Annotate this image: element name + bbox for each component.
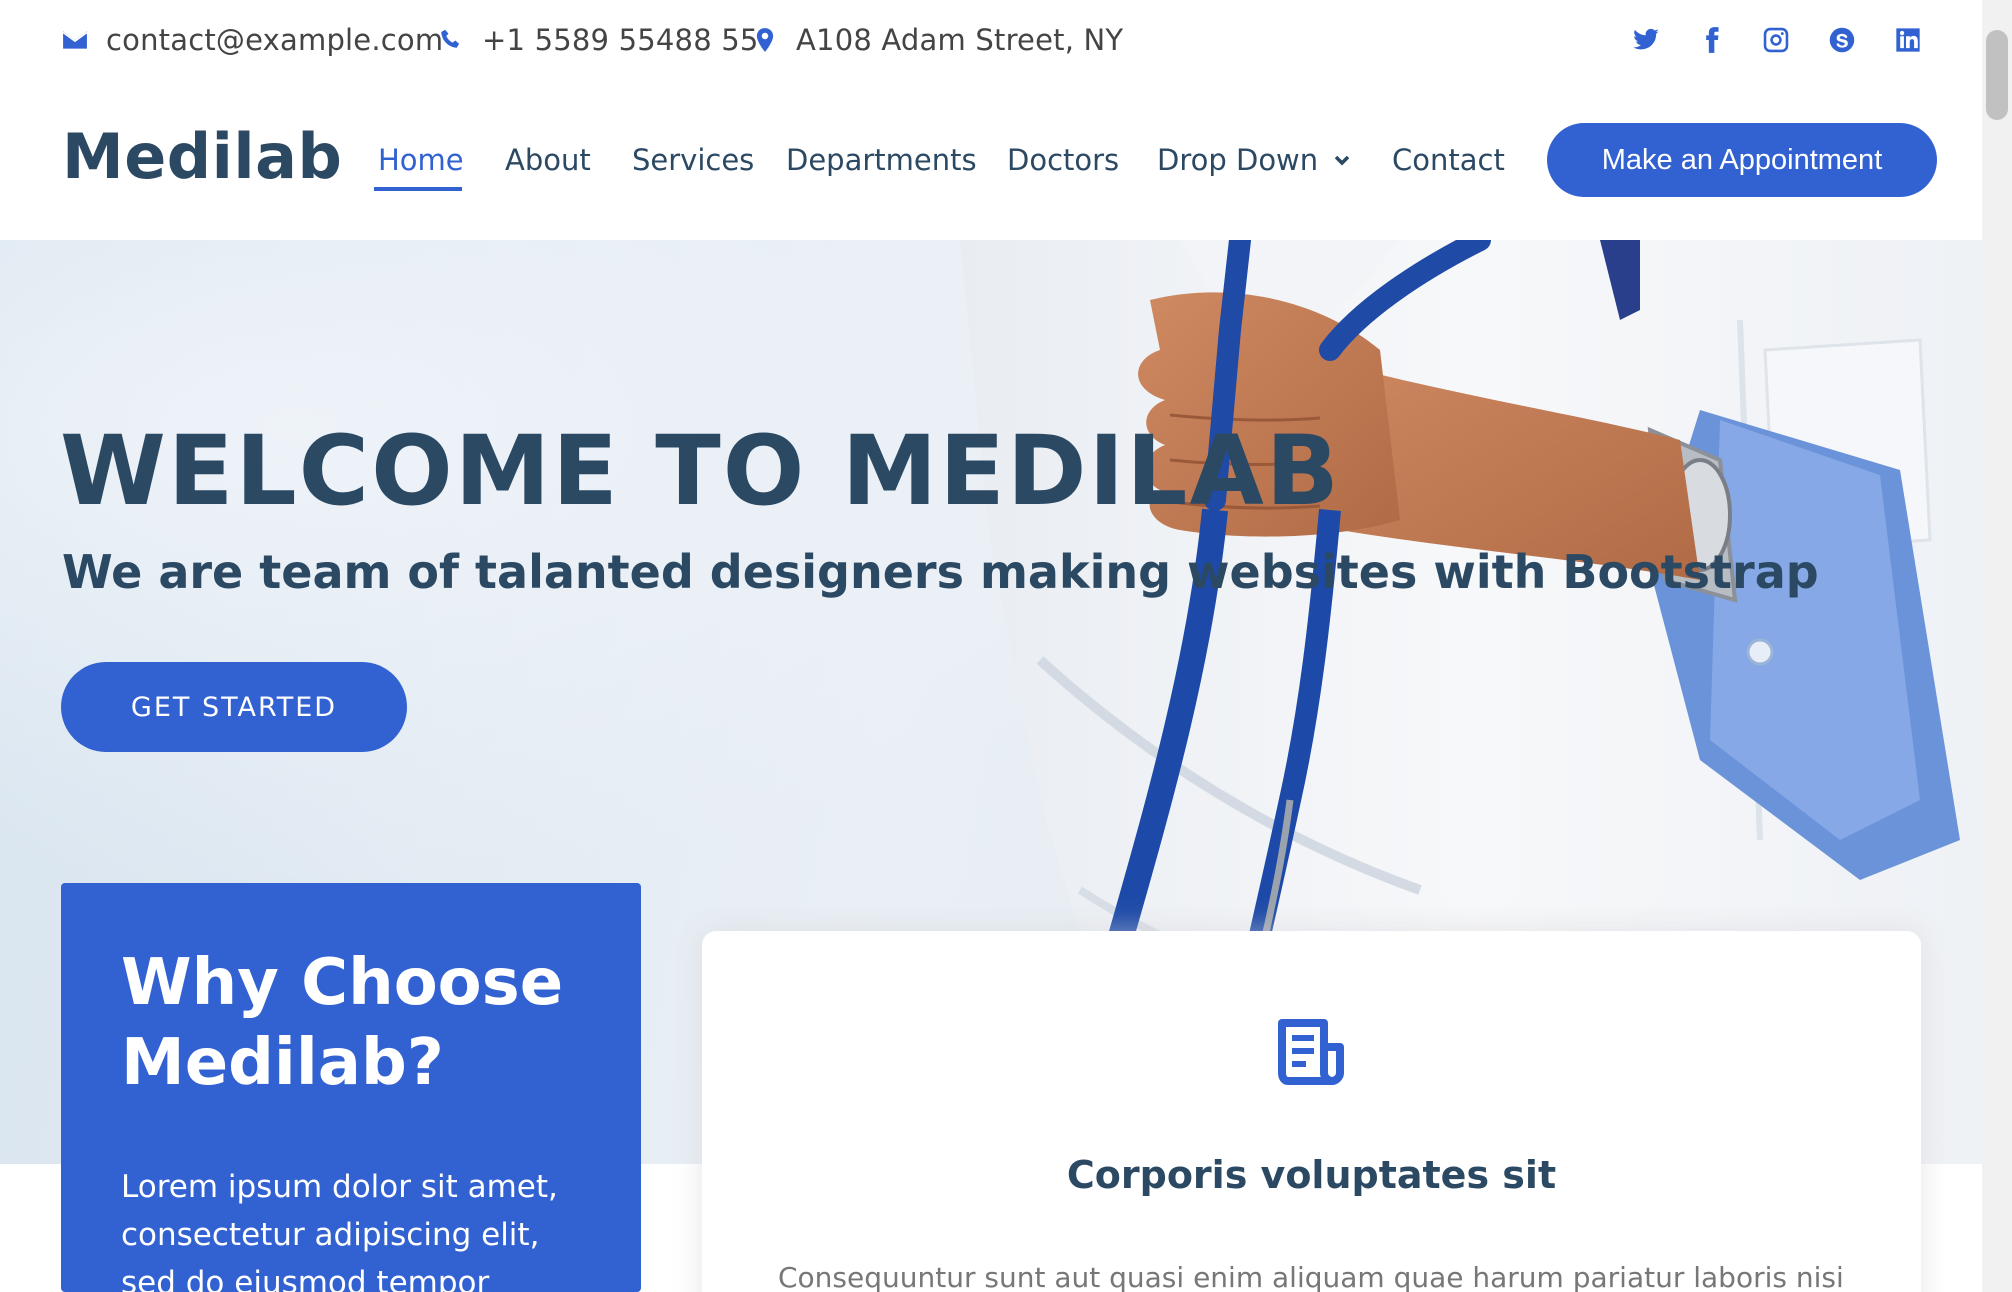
instagram-icon[interactable] — [1758, 22, 1794, 58]
top-bar: contact@example.com +1 5589 55488 55 A10… — [0, 0, 1982, 80]
contact-address[interactable]: A108 Adam Street, NY — [752, 20, 1123, 60]
map-pin-icon — [756, 28, 774, 52]
site-logo[interactable]: Medilab — [62, 120, 342, 193]
nav-contact[interactable]: Contact — [1392, 135, 1505, 185]
nav-services[interactable]: Services — [632, 135, 754, 185]
nav-doctors[interactable]: Doctors — [1007, 135, 1119, 185]
phone-icon — [441, 29, 460, 48]
get-started-button[interactable]: GET STARTED — [61, 662, 407, 752]
feature-card-text: Consequuntur sunt aut quasi enim aliquam… — [778, 1261, 1844, 1292]
twitter-icon[interactable] — [1628, 22, 1664, 58]
chevron-down-icon — [1334, 155, 1350, 166]
envelope-icon — [62, 31, 88, 49]
facebook-icon[interactable] — [1694, 22, 1730, 58]
why-choose-text: Lorem ipsum dolor sit amet, consectetur … — [121, 1169, 558, 1292]
page: contact@example.com +1 5589 55488 55 A10… — [0, 0, 2012, 1292]
nav-dropdown[interactable]: Drop Down — [1157, 135, 1352, 185]
header: Medilab Home About Services Departments … — [0, 80, 1982, 240]
make-appointment-button[interactable]: Make an Appointment — [1547, 123, 1937, 197]
contact-email-text: contact@example.com — [106, 23, 444, 57]
why-choose-box: Why Choose Medilab? Lorem ipsum dolor si… — [61, 883, 641, 1292]
nav-active-indicator — [374, 187, 462, 191]
linkedin-icon[interactable] — [1890, 22, 1926, 58]
page-scrollbar[interactable] — [1982, 0, 2012, 1292]
nav-dropdown-label: Drop Down — [1157, 143, 1319, 177]
contact-phone-text: +1 5589 55488 55 — [482, 23, 759, 57]
contact-address-text: A108 Adam Street, NY — [796, 23, 1124, 57]
contact-phone[interactable]: +1 5589 55488 55 — [438, 20, 759, 60]
feature-card: Corporis voluptates sit Consequuntur sun… — [702, 931, 1921, 1292]
hero-title: WELCOME TO MEDILAB — [60, 415, 1341, 527]
skype-icon[interactable] — [1824, 22, 1860, 58]
receipt-icon — [1278, 1019, 1344, 1085]
nav-about[interactable]: About — [505, 135, 591, 185]
why-choose-title: Why Choose Medilab? — [121, 946, 564, 1100]
contact-email[interactable]: contact@example.com — [62, 20, 443, 60]
nav-home[interactable]: Home — [378, 135, 464, 185]
hero-subtitle: We are team of talanted designers making… — [62, 545, 1819, 599]
scrollbar-thumb[interactable] — [1986, 30, 2008, 120]
feature-card-title: Corporis voluptates sit — [1066, 1153, 1557, 1197]
nav-departments[interactable]: Departments — [786, 135, 977, 185]
